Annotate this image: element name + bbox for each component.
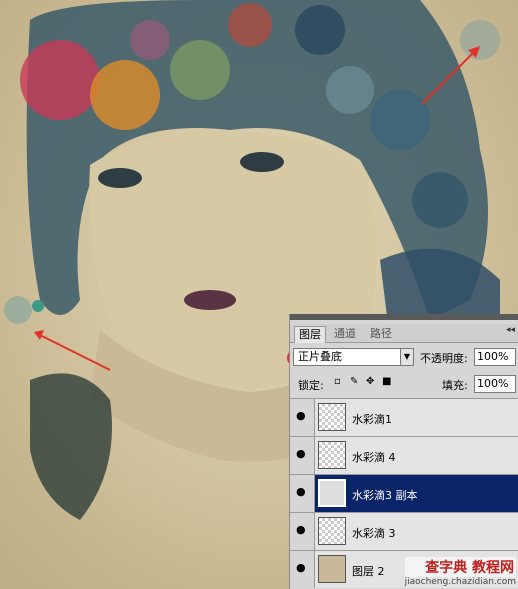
- layer-row-selected[interactable]: ● 水彩滴3 副本: [290, 474, 518, 512]
- watermark: 查字典 教程网 jiaocheng.chazidian.com: [404, 557, 516, 587]
- layer-name: 水彩滴 3: [352, 527, 396, 540]
- layers-panel: 图层 通道 路径 ◂◂ 正片叠底 ▼ 不透明度: 100% 锁定: ▫ ✎ ✥ …: [289, 314, 518, 589]
- eye-visibility-icon[interactable]: ●: [296, 448, 310, 459]
- lock-image-brush-icon[interactable]: ✎: [350, 377, 360, 387]
- layer-name: 图层 2: [352, 565, 385, 578]
- layer-name: 水彩滴 4: [352, 451, 396, 464]
- layer-thumbnail: [318, 441, 346, 469]
- panel-tabs: 图层 通道 路径 ◂◂: [290, 324, 518, 343]
- opacity-field[interactable]: 100%: [474, 348, 516, 366]
- layer-row[interactable]: ● 水彩滴1: [290, 398, 518, 436]
- chevron-down-icon[interactable]: ▼: [400, 348, 414, 366]
- watermark-url: jiaocheng.chazidian.com: [404, 577, 516, 587]
- lock-position-move-icon[interactable]: ✥: [366, 377, 376, 387]
- tab-layers[interactable]: 图层: [294, 326, 326, 343]
- eye-visibility-icon[interactable]: ●: [296, 562, 310, 573]
- eye-visibility-icon[interactable]: ●: [296, 410, 310, 421]
- layer-name: 水彩滴3 副本: [352, 489, 418, 502]
- collapse-icon[interactable]: ◂◂: [506, 325, 515, 335]
- layer-name: 水彩滴1: [352, 413, 392, 426]
- layer-thumbnail: [318, 517, 346, 545]
- blend-mode-select[interactable]: 正片叠底: [293, 348, 413, 366]
- layer-row[interactable]: ● 水彩滴 3: [290, 512, 518, 550]
- layer-thumbnail: [318, 479, 346, 507]
- tab-channels[interactable]: 通道: [330, 326, 360, 342]
- lock-all-icon[interactable]: ■: [382, 377, 392, 387]
- fill-field[interactable]: 100%: [474, 375, 516, 393]
- layer-thumbnail: [318, 555, 346, 583]
- opacity-label: 不透明度:: [420, 352, 468, 365]
- eye-visibility-icon[interactable]: ●: [296, 486, 310, 497]
- panel-titlebar: [290, 314, 518, 320]
- layer-row[interactable]: ● 水彩滴 4: [290, 436, 518, 474]
- fill-label: 填充:: [442, 379, 468, 392]
- watermark-brand: 查字典 教程网: [404, 557, 516, 577]
- lock-transparency-icon[interactable]: ▫: [334, 377, 344, 387]
- layer-thumbnail: [318, 403, 346, 431]
- tab-paths[interactable]: 路径: [366, 326, 396, 342]
- lock-label: 锁定:: [298, 379, 324, 392]
- eye-visibility-icon[interactable]: ●: [296, 524, 310, 535]
